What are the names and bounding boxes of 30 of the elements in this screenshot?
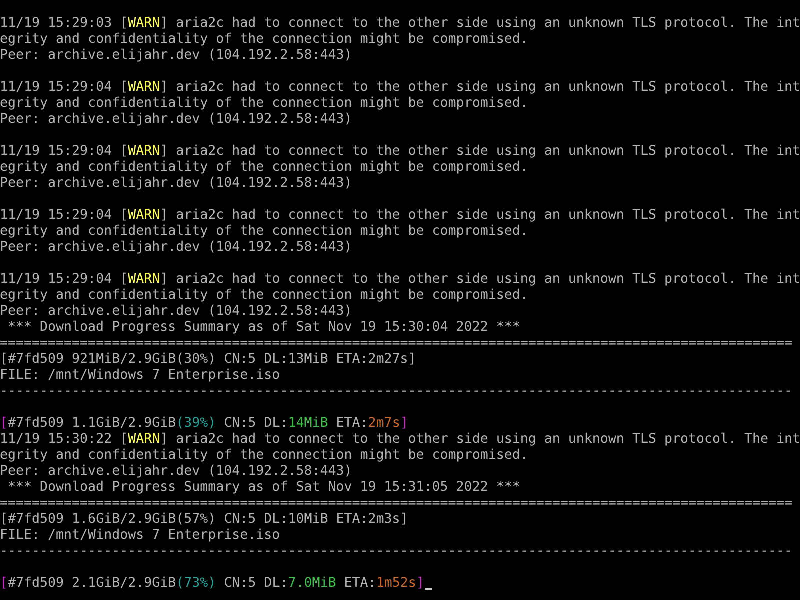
log-line: egrity and confidentiality of the connection might be compromised.	[0, 448, 528, 464]
log-line: Peer: archive.elijahr.dev (104.192.2.58:443)	[0, 240, 352, 256]
separator-line: ---------------------------------------------------------------------------------------------------	[0, 384, 793, 400]
log-line: 11/19 15:29:04 [WARN] aria2c had to connect to the other side using an unknown TLS protocol. The int	[0, 80, 800, 96]
log-line: egrity and confidentiality of the connection might be compromised.	[0, 96, 528, 112]
log-line: 11/19 15:29:04 [WARN] aria2c had to connect to the other side using an unknown TLS protocol. The int	[0, 144, 800, 160]
progress-line: [#7fd509 1.6GiB/2.9GiB(57%) CN:5 DL:10MiB ETA:2m3s]	[0, 512, 408, 528]
log-line: egrity and confidentiality of the connection might be compromised.	[0, 288, 528, 304]
log-line: 11/19 15:29:04 [WARN] aria2c had to connect to the other side using an unknown TLS protocol. The int	[0, 208, 800, 224]
log-line: 11/19 15:29:04 [WARN] aria2c had to connect to the other side using an unknown TLS protocol. The int	[0, 272, 800, 288]
progress-line: [#7fd509 1.1GiB/2.9GiB(39%) CN:5 DL:14MiB ETA:2m7s]	[0, 416, 408, 432]
log-line: Peer: archive.elijahr.dev (104.192.2.58:443)	[0, 112, 352, 128]
log-line: Peer: archive.elijahr.dev (104.192.2.58:443)	[0, 304, 352, 320]
log-line: Peer: archive.elijahr.dev (104.192.2.58:443)	[0, 176, 352, 192]
log-line: egrity and confidentiality of the connection might be compromised.	[0, 160, 528, 176]
log-line: 11/19 15:30:22 [WARN] aria2c had to connect to the other side using an unknown TLS protocol. The int	[0, 432, 800, 448]
progress-line: [#7fd509 921MiB/2.9GiB(30%) CN:5 DL:13MiB ETA:2m27s]	[0, 352, 416, 368]
separator-line: ---------------------------------------------------------------------------------------------------	[0, 544, 793, 560]
summary-title: *** Download Progress Summary as of Sat Nov 19 15:30:04 2022 ***	[7, 320, 520, 336]
file-line: FILE: /mnt/Windows 7 Enterprise.iso	[0, 528, 280, 544]
log-line: egrity and confidentiality of the connection might be compromised.	[0, 224, 528, 240]
progress-line: [#7fd509 2.1GiB/2.9GiB(73%) CN:5 DL:7.0MiB ETA:1m52s]	[0, 576, 424, 592]
file-line: FILE: /mnt/Windows 7 Enterprise.iso	[0, 368, 280, 384]
separator-line: ===================================================================================================	[0, 336, 793, 352]
separator-line: ===================================================================================================	[0, 496, 793, 512]
summary-title: *** Download Progress Summary as of Sat Nov 19 15:31:05 2022 ***	[7, 480, 520, 496]
log-line: egrity and confidentiality of the connection might be compromised.	[0, 32, 528, 48]
log-line: Peer: archive.elijahr.dev (104.192.2.58:443)	[0, 464, 352, 480]
log-line: 11/19 15:29:03 [WARN] aria2c had to connect to the other side using an unknown TLS protocol. The int	[0, 16, 800, 32]
log-line: Peer: archive.elijahr.dev (104.192.2.58:443)	[0, 48, 352, 64]
